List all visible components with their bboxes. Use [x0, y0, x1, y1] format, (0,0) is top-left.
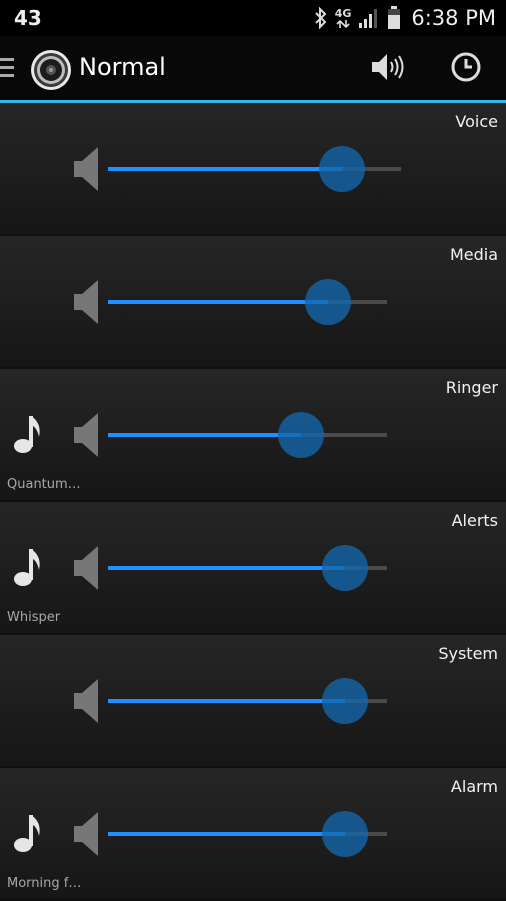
- action-bar: Normal: [0, 36, 506, 103]
- speaker-icon[interactable]: [72, 278, 100, 326]
- volume-list: Voice Media Ringer Quantum… Alerts Whisp…: [0, 103, 506, 901]
- row-label: Media: [449, 245, 498, 264]
- volume-slider[interactable]: [108, 412, 387, 458]
- music-note-icon[interactable]: [12, 812, 46, 854]
- menu-icon[interactable]: [0, 58, 14, 78]
- volume-slider[interactable]: [108, 678, 387, 724]
- volume-button[interactable]: [370, 52, 404, 86]
- speaker-icon[interactable]: [72, 810, 100, 858]
- battery-icon: [387, 6, 401, 30]
- volume-icon: [369, 51, 405, 87]
- slider-thumb[interactable]: [305, 279, 351, 325]
- network-4g-icon: 4G: [334, 6, 352, 29]
- volume-slider[interactable]: [108, 811, 387, 857]
- slider-fill: [108, 566, 345, 570]
- slider-fill: [108, 832, 345, 836]
- speaker-icon[interactable]: [72, 677, 100, 725]
- speaker-logo-icon[interactable]: [30, 49, 72, 95]
- status-icons: 4G 6:38 PM: [307, 4, 496, 32]
- bluetooth-icon: [314, 7, 328, 29]
- volume-slider[interactable]: [108, 146, 401, 192]
- slider-fill: [108, 300, 328, 304]
- volume-row-alerts: Alerts Whisper: [0, 502, 506, 635]
- volume-row-voice: Voice: [0, 103, 506, 236]
- clock-icon: [450, 51, 482, 87]
- speaker-icon[interactable]: [72, 145, 100, 193]
- volume-slider[interactable]: [108, 545, 387, 591]
- row-label: Alarm: [450, 777, 498, 796]
- ringtone-name[interactable]: Quantum…: [7, 477, 81, 492]
- volume-row-system: System: [0, 635, 506, 768]
- slider-fill: [108, 433, 301, 437]
- network-4g-label: 4G: [334, 6, 352, 20]
- row-label: Alerts: [451, 511, 498, 530]
- slider-fill: [108, 167, 342, 171]
- slider-fill: [108, 699, 345, 703]
- row-label: System: [438, 644, 498, 663]
- schedule-button[interactable]: [449, 52, 483, 86]
- status-time: 6:38 PM: [411, 6, 496, 30]
- signal-icon: [358, 7, 380, 29]
- row-label: Ringer: [445, 378, 498, 397]
- profile-title[interactable]: Normal: [79, 53, 166, 81]
- slider-thumb[interactable]: [319, 146, 365, 192]
- row-label: Voice: [455, 112, 498, 131]
- speaker-icon[interactable]: [72, 544, 100, 592]
- volume-row-alarm: Alarm Morning f…: [0, 768, 506, 901]
- music-note-icon[interactable]: [12, 413, 46, 455]
- volume-row-ringer: Ringer Quantum…: [0, 369, 506, 502]
- notification-count: 43: [14, 6, 42, 30]
- slider-thumb[interactable]: [278, 412, 324, 458]
- status-bar: 43 4G 6:38 PM: [0, 0, 506, 36]
- speaker-icon[interactable]: [72, 411, 100, 459]
- music-note-icon[interactable]: [12, 546, 46, 588]
- notification-tone-name[interactable]: Whisper: [7, 610, 60, 625]
- slider-thumb[interactable]: [322, 545, 368, 591]
- volume-slider[interactable]: [108, 279, 387, 325]
- volume-row-media: Media: [0, 236, 506, 369]
- slider-thumb[interactable]: [322, 811, 368, 857]
- alarm-tone-name[interactable]: Morning f…: [7, 876, 81, 891]
- slider-thumb[interactable]: [322, 678, 368, 724]
